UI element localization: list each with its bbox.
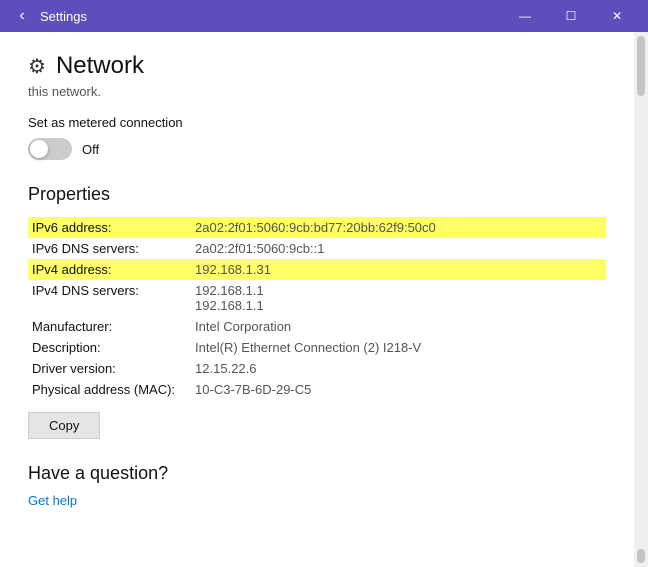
prop-label: IPv6 DNS servers: <box>28 238 191 259</box>
subtitle: this network. <box>28 84 606 99</box>
get-help-link[interactable]: Get help <box>28 493 77 508</box>
metered-toggle-row: Off <box>28 138 606 160</box>
prop-value: Intel Corporation <box>191 316 606 337</box>
properties-heading: Properties <box>28 184 606 205</box>
table-row: Driver version:12.15.22.6 <box>28 358 606 379</box>
close-button[interactable]: ✕ <box>594 0 640 32</box>
prop-value: 2a02:2f01:5060:9cb:bd77:20bb:62f9:50c0 <box>191 217 606 238</box>
prop-label: IPv4 address: <box>28 259 191 280</box>
toggle-knob <box>30 140 48 158</box>
prop-value: 2a02:2f01:5060:9cb::1 <box>191 238 606 259</box>
prop-value: 10-C3-7B-6D-29-C5 <box>191 379 606 400</box>
minimize-icon: — <box>519 9 531 23</box>
prop-value: 12.15.22.6 <box>191 358 606 379</box>
table-row: IPv4 address:192.168.1.31 <box>28 259 606 280</box>
table-row: IPv4 DNS servers:192.168.1.1192.168.1.1 <box>28 280 606 316</box>
back-button[interactable]: ‹ <box>8 2 36 30</box>
copy-button[interactable]: Copy <box>28 412 100 439</box>
main-panel: ⚙ Network this network. Set as metered c… <box>0 32 634 567</box>
table-row: IPv6 address:2a02:2f01:5060:9cb:bd77:20b… <box>28 217 606 238</box>
prop-label: IPv6 address: <box>28 217 191 238</box>
prop-label: Description: <box>28 337 191 358</box>
content-area: ⚙ Network this network. Set as metered c… <box>0 32 648 567</box>
scrollbar-thumb-bottom[interactable] <box>637 549 645 563</box>
gear-icon: ⚙ <box>28 54 46 79</box>
prop-label: Physical address (MAC): <box>28 379 191 400</box>
maximize-button[interactable]: ☐ <box>548 0 594 32</box>
prop-label: Driver version: <box>28 358 191 379</box>
prop-label: Manufacturer: <box>28 316 191 337</box>
metered-label: Set as metered connection <box>28 115 606 130</box>
table-row: IPv6 DNS servers:2a02:2f01:5060:9cb::1 <box>28 238 606 259</box>
table-row: Description:Intel(R) Ethernet Connection… <box>28 337 606 358</box>
maximize-icon: ☐ <box>566 9 577 23</box>
page-title: Network <box>56 52 144 80</box>
back-icon: ‹ <box>19 7 24 25</box>
question-heading: Have a question? <box>28 463 606 484</box>
titlebar: ‹ Settings — ☐ ✕ <box>0 0 648 32</box>
window-controls: — ☐ ✕ <box>502 0 640 32</box>
minimize-button[interactable]: — <box>502 0 548 32</box>
prop-value: 192.168.1.1192.168.1.1 <box>191 280 606 316</box>
prop-value: Intel(R) Ethernet Connection (2) I218-V <box>191 337 606 358</box>
table-row: Manufacturer:Intel Corporation <box>28 316 606 337</box>
page-header: ⚙ Network <box>28 52 606 80</box>
prop-label: IPv4 DNS servers: <box>28 280 191 316</box>
table-row: Physical address (MAC):10-C3-7B-6D-29-C5 <box>28 379 606 400</box>
close-icon: ✕ <box>612 9 622 23</box>
prop-value: 192.168.1.31 <box>191 259 606 280</box>
scrollbar-thumb[interactable] <box>637 36 645 96</box>
titlebar-title: Settings <box>40 9 502 24</box>
properties-table: IPv6 address:2a02:2f01:5060:9cb:bd77:20b… <box>28 217 606 400</box>
toggle-state-label: Off <box>82 142 99 157</box>
scrollbar-track[interactable] <box>634 32 648 567</box>
metered-toggle[interactable] <box>28 138 72 160</box>
